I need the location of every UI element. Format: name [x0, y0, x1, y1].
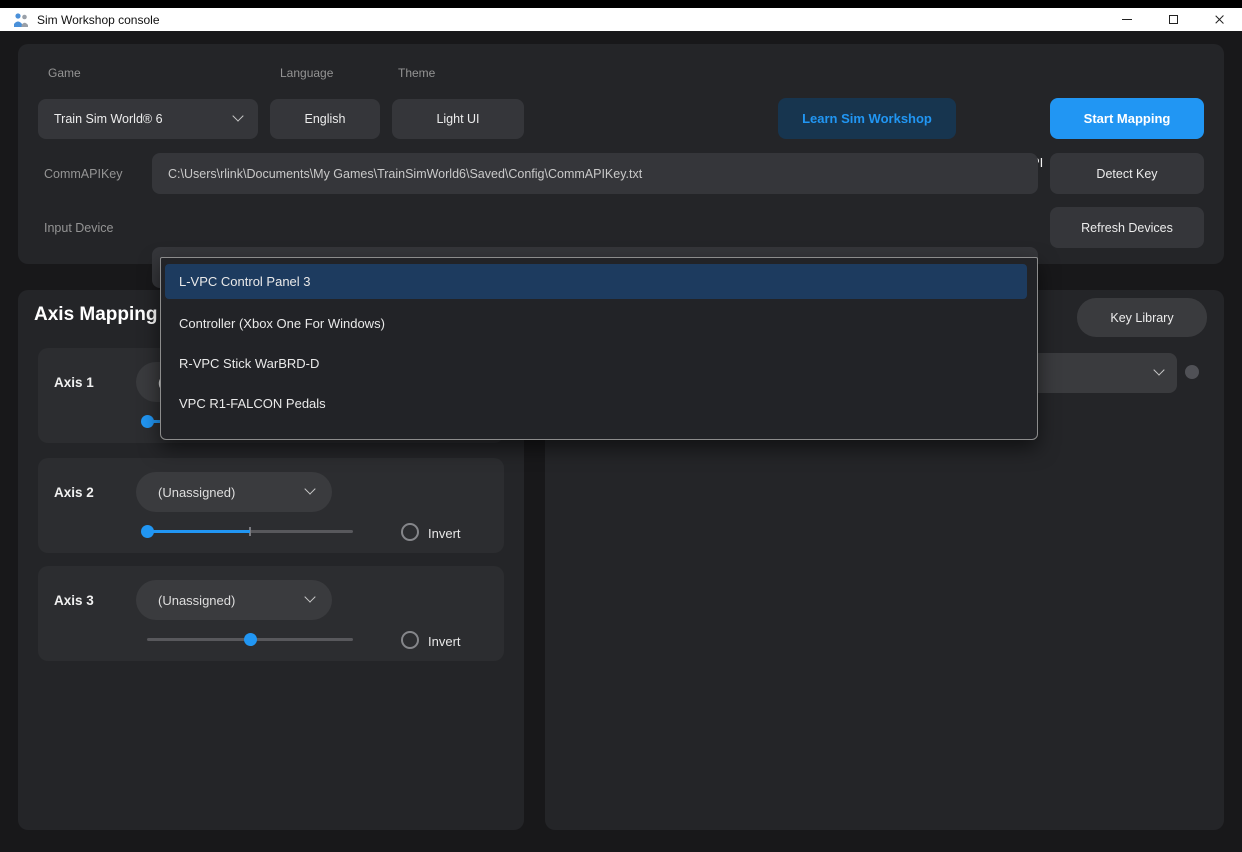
titlebar: Sim Workshop console	[0, 8, 1242, 31]
invert-radio[interactable]	[401, 523, 419, 541]
input-device-dropdown-list: L-VPC Control Panel 3 Controller (Xbox O…	[160, 257, 1038, 440]
axis-label: Axis 3	[54, 593, 94, 608]
learn-sim-workshop-button[interactable]: Learn Sim Workshop	[778, 98, 956, 139]
axis-assignment-value: (Unassigned)	[158, 593, 235, 608]
app-window: Sim Workshop console Game Train Sim Worl…	[0, 0, 1242, 852]
minimize-button[interactable]	[1104, 8, 1150, 31]
slider-thumb[interactable]	[244, 633, 257, 646]
dropdown-item-label: Controller (Xbox One For Windows)	[179, 316, 385, 331]
language-button-label: English	[305, 112, 346, 126]
slider-fill	[147, 530, 250, 533]
axis-3-card: Axis 3 (Unassigned) Invert	[38, 566, 504, 661]
chevron-down-icon	[232, 110, 243, 121]
maximize-icon	[1169, 15, 1178, 24]
axis-2-card: Axis 2 (Unassigned) Invert	[38, 458, 504, 553]
invert-label: Invert	[428, 526, 461, 541]
dropdown-item[interactable]: VPC R1-FALCON Pedals	[161, 383, 1037, 423]
axis-slider[interactable]	[147, 525, 353, 538]
chevron-down-icon	[1153, 364, 1164, 375]
detect-key-label: Detect Key	[1096, 167, 1157, 181]
slider-thumb[interactable]	[141, 525, 154, 538]
dropdown-item[interactable]: R-VPC Stick WarBRD-D	[161, 343, 1037, 383]
close-icon	[1214, 14, 1225, 25]
dropdown-item-label: L-VPC Control Panel 3	[179, 274, 311, 289]
chevron-down-icon	[304, 483, 315, 494]
status-dot	[1185, 365, 1199, 379]
axis-assignment-select[interactable]: (Unassigned)	[136, 472, 332, 512]
detect-key-button[interactable]: Detect Key	[1050, 153, 1204, 194]
chevron-down-icon	[304, 591, 315, 602]
game-select-value: Train Sim World® 6	[54, 112, 163, 126]
dropdown-item-selected[interactable]: L-VPC Control Panel 3	[165, 264, 1027, 299]
app-icon	[12, 11, 30, 29]
theme-label: Theme	[398, 66, 435, 80]
start-mapping-label: Start Mapping	[1084, 111, 1171, 126]
comm-api-key-input[interactable]	[152, 153, 1038, 194]
key-library-button[interactable]: Key Library	[1077, 298, 1207, 337]
axis-slider[interactable]	[147, 633, 353, 646]
settings-panel: Game Train Sim World® 6 Language English…	[18, 44, 1224, 264]
slider-thumb[interactable]	[141, 415, 154, 428]
refresh-devices-label: Refresh Devices	[1081, 221, 1173, 235]
axis-label: Axis 1	[54, 375, 94, 390]
theme-button-label: Light UI	[436, 112, 479, 126]
close-button[interactable]	[1196, 8, 1242, 31]
axis-assignment-select[interactable]: (Unassigned)	[136, 580, 332, 620]
minimize-icon	[1122, 19, 1132, 20]
invert-label: Invert	[428, 634, 461, 649]
axis-assignment-value: (Unassigned)	[158, 485, 235, 500]
language-label: Language	[280, 66, 333, 80]
maximize-button[interactable]	[1150, 8, 1196, 31]
axis-label: Axis 2	[54, 485, 94, 500]
language-button[interactable]: English	[270, 99, 380, 139]
game-select[interactable]: Train Sim World® 6	[38, 99, 258, 139]
learn-sim-workshop-label: Learn Sim Workshop	[802, 111, 932, 126]
game-label: Game	[48, 66, 81, 80]
invert-radio[interactable]	[401, 631, 419, 649]
input-device-label: Input Device	[44, 207, 113, 248]
dropdown-item[interactable]: Controller (Xbox One For Windows)	[161, 303, 1037, 343]
dropdown-item-label: R-VPC Stick WarBRD-D	[179, 356, 319, 371]
top-strip	[0, 0, 1242, 8]
axis-mapping-title: Axis Mapping	[34, 304, 158, 326]
start-mapping-button[interactable]: Start Mapping	[1050, 98, 1204, 139]
comm-api-key-label: CommAPIKey	[44, 153, 123, 194]
refresh-devices-button[interactable]: Refresh Devices	[1050, 207, 1204, 248]
window-title: Sim Workshop console	[37, 13, 160, 27]
theme-button[interactable]: Light UI	[392, 99, 524, 139]
key-library-label: Key Library	[1110, 311, 1173, 325]
window-controls	[1104, 8, 1242, 31]
dropdown-item-label: VPC R1-FALCON Pedals	[179, 396, 326, 411]
